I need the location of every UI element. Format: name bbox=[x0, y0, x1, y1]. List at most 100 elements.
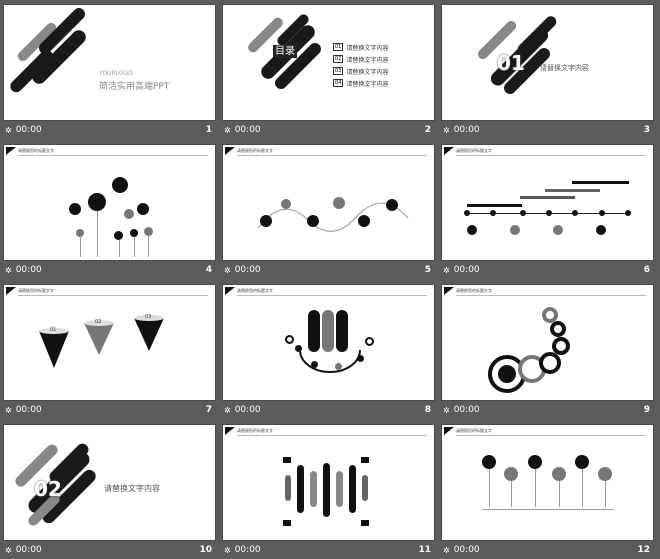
slide-number: 7 bbox=[205, 405, 212, 415]
slide-canvas: 请替换您的标题文字 01 02 03 bbox=[3, 284, 216, 401]
slide-sorter-grid: YOURLOGO 简洁实用高端PPT ✲ 00:00 1 目录 01 请替换文字内容… bbox=[3, 4, 654, 559]
slide-canvas: 02 请替换文字内容 bbox=[3, 424, 216, 541]
slide-number: 4 bbox=[205, 265, 212, 275]
header-marker bbox=[444, 147, 454, 155]
transition-icon: ✲ bbox=[443, 265, 450, 275]
transition-icon: ✲ bbox=[443, 125, 450, 135]
logo-text: YOURLOGO bbox=[99, 70, 133, 77]
transition-icon: ✲ bbox=[443, 545, 450, 555]
slide-time: 00:00 bbox=[453, 405, 480, 415]
cone-chart bbox=[39, 315, 164, 368]
slide-thumb-12[interactable]: 请替换您的标题文字 ✲ 00:00 12 bbox=[441, 424, 654, 559]
slide-info-bar: ✲ 00:00 11 bbox=[222, 541, 435, 559]
header-rule bbox=[237, 435, 427, 436]
slide-time: 00:00 bbox=[453, 265, 480, 275]
slide-thumb-8[interactable]: 请替换您的标题文字 ✲ 00:00 8 bbox=[222, 284, 435, 419]
slide-thumb-7[interactable]: 请替换您的标题文字 01 02 03 ✲ 00:00 7 bbox=[3, 284, 216, 419]
slide-thumb-3[interactable]: 01 请替换文字内容 ✲ 00:00 3 bbox=[441, 4, 654, 139]
slide-info-bar: ✲ 00:00 3 bbox=[441, 121, 654, 139]
slide-number: 3 bbox=[643, 125, 650, 135]
cone-label-3: 03 bbox=[145, 314, 152, 320]
slide-canvas: 请替换您的标题文字 bbox=[441, 424, 654, 541]
slide-info-bar: ✲ 00:00 7 bbox=[3, 401, 216, 419]
slide-number: 8 bbox=[424, 405, 431, 415]
toc-item: 04 请替换文字内容 bbox=[333, 79, 389, 88]
slide-number: 6 bbox=[643, 265, 650, 275]
slide-number: 2 bbox=[424, 125, 431, 135]
slide-thumb-1[interactable]: YOURLOGO 简洁实用高端PPT ✲ 00:00 1 bbox=[3, 4, 216, 139]
toc-list: 01 请替换文字内容 02 请替换文字内容 03 请替换文字内容 04 请替换文字内容 bbox=[333, 41, 388, 89]
header-rule bbox=[237, 155, 427, 156]
slide-thumb-6[interactable]: 请替换您的标题文字 ✲ 00:00 6 bbox=[441, 144, 654, 279]
slide-info-bar: ✲ 00:00 5 bbox=[222, 261, 435, 279]
slide-time: 00:00 bbox=[15, 125, 42, 135]
slide-number: 12 bbox=[637, 545, 650, 555]
slide-thumb-5[interactable]: 请替换您的标题文字 ✲ 00:00 5 bbox=[222, 144, 435, 279]
header-rule bbox=[456, 435, 646, 436]
toc-item: 03 请替换文字内容 bbox=[333, 67, 389, 76]
header-rule bbox=[18, 295, 208, 296]
slide-number: 10 bbox=[199, 545, 212, 555]
slide-time: 00:00 bbox=[15, 405, 42, 415]
slide-header: 请替换您的标题文字 bbox=[18, 148, 54, 153]
slide-thumb-9[interactable]: 请替换您的标题文字 ✲ 00:00 9 bbox=[441, 284, 654, 419]
slide-thumb-10[interactable]: 02 请替换文字内容 ✲ 00:00 10 bbox=[3, 424, 216, 559]
slide-canvas: 请替换您的标题文字 bbox=[222, 284, 435, 401]
slide-header: 请替换您的标题文字 bbox=[237, 428, 273, 433]
slide-time: 00:00 bbox=[453, 545, 480, 555]
slide-time: 00:00 bbox=[453, 125, 480, 135]
slide-thumb-2[interactable]: 目录 01 请替换文字内容 02 请替换文字内容 03 请替换文字内容 04 请替换文字… bbox=[222, 4, 435, 139]
slide-canvas: 请替换您的标题文字 bbox=[441, 144, 654, 261]
transition-icon: ✲ bbox=[443, 405, 450, 415]
slide-info-bar: ✲ 00:00 10 bbox=[3, 541, 216, 559]
transition-icon: ✲ bbox=[224, 265, 231, 275]
slide-time: 00:00 bbox=[234, 125, 261, 135]
slide-canvas: 目录 01 请替换文字内容 02 请替换文字内容 03 请替换文字内容 04 请替换文字… bbox=[222, 4, 435, 121]
slide-thumb-11[interactable]: 请替换您的标题文字 ✲ 00:00 11 bbox=[222, 424, 435, 559]
cone-label-2: 02 bbox=[95, 319, 102, 325]
slide-info-bar: ✲ 00:00 4 bbox=[3, 261, 216, 279]
header-marker bbox=[6, 287, 16, 295]
slide-time: 00:00 bbox=[234, 265, 261, 275]
slide-canvas: YOURLOGO 简洁实用高端PPT bbox=[3, 4, 216, 121]
header-marker bbox=[225, 287, 235, 295]
slide-info-bar: ✲ 00:00 6 bbox=[441, 261, 654, 279]
section-number: 02 bbox=[34, 477, 62, 501]
header-rule bbox=[456, 295, 646, 296]
header-rule bbox=[237, 295, 427, 296]
transition-icon: ✲ bbox=[224, 545, 231, 555]
slide-info-bar: ✲ 00:00 9 bbox=[441, 401, 654, 419]
slide-header: 请替换您的标题文字 bbox=[456, 148, 492, 153]
transition-icon: ✲ bbox=[5, 125, 12, 135]
section-title: 请替换文字内容 bbox=[540, 64, 589, 72]
slide-number: 9 bbox=[643, 405, 650, 415]
slide-header: 请替换您的标题文字 bbox=[237, 148, 273, 153]
slide-header: 请替换您的标题文字 bbox=[456, 288, 492, 293]
slide-time: 00:00 bbox=[15, 545, 42, 555]
toc-item: 01 请替换文字内容 bbox=[333, 43, 389, 52]
slide-time: 00:00 bbox=[234, 405, 261, 415]
toc-title: 目录 bbox=[273, 45, 297, 58]
header-marker bbox=[444, 287, 454, 295]
slide-time: 00:00 bbox=[234, 545, 261, 555]
header-marker bbox=[6, 147, 16, 155]
section-title: 请替换文字内容 bbox=[104, 484, 160, 493]
transition-icon: ✲ bbox=[5, 265, 12, 275]
header-rule bbox=[456, 155, 646, 156]
slide-time: 00:00 bbox=[15, 265, 42, 275]
cone-label-1: 01 bbox=[50, 327, 57, 333]
slide-canvas: 请替换您的标题文字 bbox=[3, 144, 216, 261]
header-marker bbox=[225, 427, 235, 435]
slide-number: 5 bbox=[424, 265, 431, 275]
slide-info-bar: ✲ 00:00 8 bbox=[222, 401, 435, 419]
slide-canvas: 01 请替换文字内容 bbox=[441, 4, 654, 121]
slide-number: 11 bbox=[418, 545, 431, 555]
toc-item: 02 请替换文字内容 bbox=[333, 55, 389, 64]
slide-info-bar: ✲ 00:00 12 bbox=[441, 541, 654, 559]
transition-icon: ✲ bbox=[5, 545, 12, 555]
slide-title: 简洁实用高端PPT bbox=[99, 82, 170, 92]
slide-info-bar: ✲ 00:00 1 bbox=[3, 121, 216, 139]
slide-thumb-4[interactable]: 请替换您的标题文字 ✲ 00:00 4 bbox=[3, 144, 216, 279]
transition-icon: ✲ bbox=[224, 405, 231, 415]
slide-info-bar: ✲ 00:00 2 bbox=[222, 121, 435, 139]
